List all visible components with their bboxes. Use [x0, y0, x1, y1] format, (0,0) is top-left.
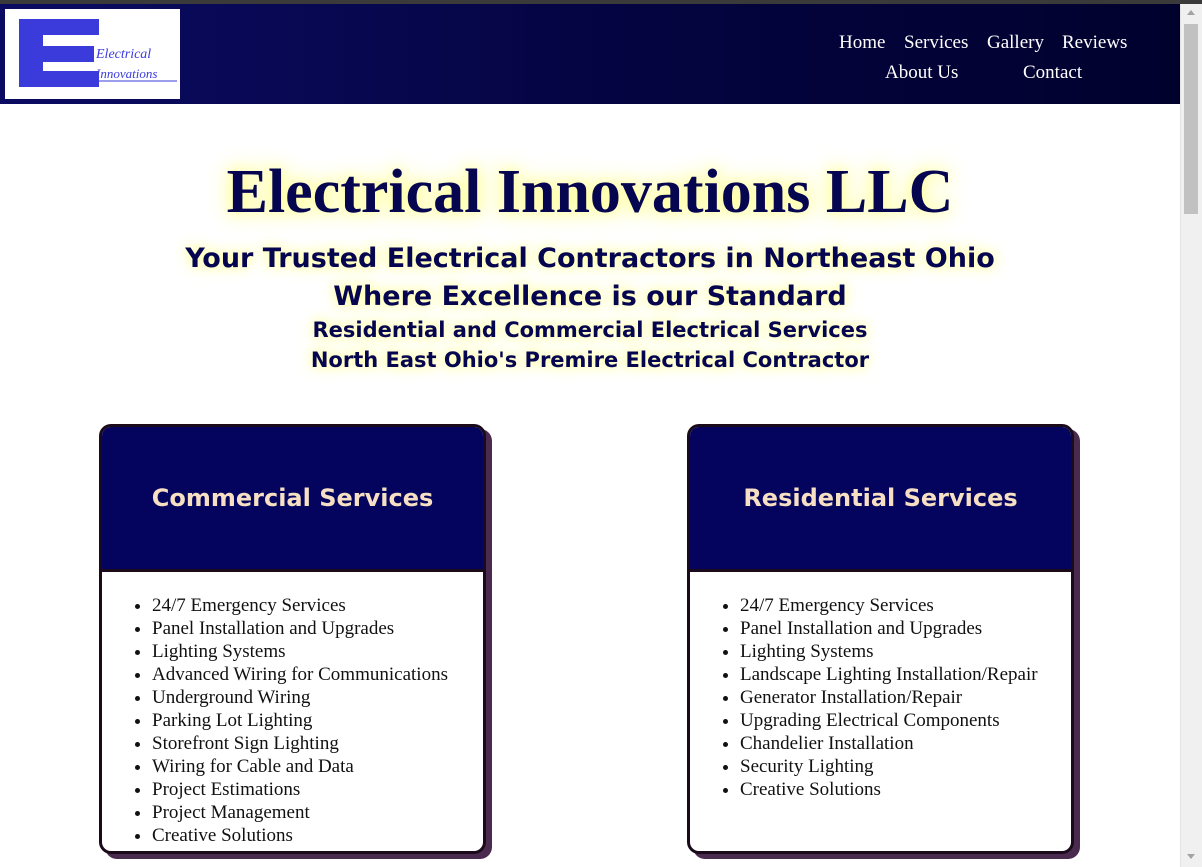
vertical-scrollbar[interactable] — [1180, 4, 1202, 867]
list-item: Lighting Systems — [152, 640, 483, 663]
residential-services-list: 24/7 Emergency Services Panel Installati… — [690, 572, 1071, 801]
main-nav: Home Services Gallery Reviews About Us C… — [0, 4, 1180, 104]
list-item: Underground Wiring — [152, 686, 483, 709]
list-item: Creative Solutions — [152, 824, 483, 847]
list-item: Project Estimations — [152, 778, 483, 801]
list-item: Storefront Sign Lighting — [152, 732, 483, 755]
list-item: Parking Lot Lighting — [152, 709, 483, 732]
scroll-up-arrow-icon[interactable] — [1187, 10, 1195, 15]
tagline-excellence: Where Excellence is our Standard — [333, 281, 847, 312]
commercial-services-card: Commercial Services 24/7 Emergency Servi… — [99, 424, 486, 854]
list-item: Advanced Wiring for Communications — [152, 663, 483, 686]
list-item: 24/7 Emergency Services — [152, 594, 483, 617]
nav-services[interactable]: Services — [904, 32, 968, 54]
list-item: Security Lighting — [740, 755, 1071, 778]
list-item: Panel Installation and Upgrades — [740, 617, 1071, 640]
hero-section: Electrical Innovations LLC Your Trusted … — [0, 140, 1180, 372]
commercial-card-title: Commercial Services — [151, 484, 434, 512]
tagline-premier: North East Ohio's Premire Electrical Con… — [310, 348, 870, 372]
list-item: Wiring for Cable and Data — [152, 755, 483, 778]
tagline-services: Residential and Commercial Electrical Se… — [312, 318, 868, 342]
residential-services-card: Residential Services 24/7 Emergency Serv… — [687, 424, 1074, 854]
list-item: Chandelier Installation — [740, 732, 1071, 755]
nav-contact[interactable]: Contact — [1023, 62, 1082, 84]
list-item: Lighting Systems — [740, 640, 1071, 663]
residential-card-title: Residential Services — [743, 484, 1018, 512]
nav-home[interactable]: Home — [839, 32, 885, 54]
commercial-card-header: Commercial Services — [102, 427, 483, 572]
residential-card-header: Residential Services — [690, 427, 1071, 572]
list-item: Project Management — [152, 801, 483, 824]
list-item: Landscape Lighting Installation/Repair — [740, 663, 1071, 686]
tagline-trusted: Your Trusted Electrical Contractors in N… — [185, 243, 995, 274]
nav-gallery[interactable]: Gallery — [987, 32, 1044, 54]
list-item: Creative Solutions — [740, 778, 1071, 801]
page-title: Electrical Innovations LLC — [226, 158, 954, 226]
list-item: Upgrading Electrical Components — [740, 709, 1071, 732]
scroll-down-arrow-icon[interactable] — [1187, 854, 1195, 859]
list-item: Panel Installation and Upgrades — [152, 617, 483, 640]
nav-about[interactable]: About Us — [885, 62, 958, 84]
nav-reviews[interactable]: Reviews — [1062, 32, 1127, 54]
list-item: 24/7 Emergency Services — [740, 594, 1071, 617]
site-header: Electrical Innovations Home Services Gal… — [0, 4, 1180, 104]
scroll-thumb[interactable] — [1184, 24, 1198, 214]
list-item: Generator Installation/Repair — [740, 686, 1071, 709]
commercial-services-list: 24/7 Emergency Services Panel Installati… — [102, 572, 483, 847]
